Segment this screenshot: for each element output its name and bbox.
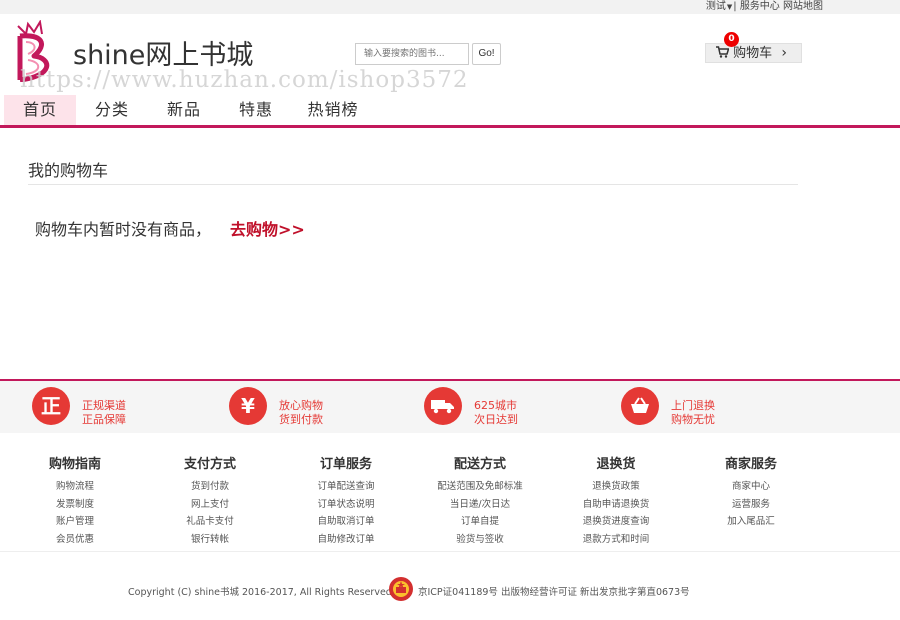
footer-column-returns: 退换货 退换货政策 自助申请退换货 退换货进度查询 退款方式和时间 — [556, 440, 676, 548]
feature-line2: 购物无忧 — [671, 413, 715, 426]
footer-link[interactable]: 货到付款 — [150, 478, 270, 496]
footer-link[interactable]: 礼品卡支付 — [150, 513, 270, 531]
footer-column-title: 配送方式 — [453, 457, 506, 472]
footer-link[interactable]: 运营服务 — [691, 496, 811, 514]
police-badge-icon — [389, 577, 413, 601]
watermark-text: https://www.huzhan.com/ishop3572 — [20, 67, 469, 93]
footer-link[interactable]: 发票制度 — [15, 496, 135, 514]
footer-link[interactable]: 退款方式和时间 — [556, 531, 676, 549]
footer-link[interactable]: 验货与签收 — [420, 531, 540, 549]
footer-column-title: 订单服务 — [319, 457, 372, 472]
service-features: 正 正规渠道 正品保障 ¥ 放心购物 货到付款 625城市 次日达到 上门退换 … — [0, 379, 900, 433]
footer-link[interactable]: 自助修改订单 — [286, 531, 406, 549]
footer-link[interactable]: 加入尾品汇 — [691, 513, 811, 531]
search-button[interactable]: Go! — [472, 43, 501, 65]
footer-link[interactable]: 退换货进度查询 — [556, 513, 676, 531]
footer-link[interactable]: 订单配送查询 — [286, 478, 406, 496]
empty-cart-message: 购物车内暂时没有商品， — [35, 220, 212, 239]
footer-link[interactable]: 会员优惠 — [15, 531, 135, 549]
cart-icon — [716, 46, 730, 58]
go-shopping-link[interactable]: 去购物>> — [230, 216, 305, 240]
sitemap-link[interactable]: 网站地图 — [783, 1, 823, 12]
nav-item-home[interactable]: 首页 — [4, 95, 76, 125]
main-nav: 首页 分类 新品 特惠 热销榜 — [0, 95, 900, 128]
footer-column-payment: 支付方式 货到付款 网上支付 礼品卡支付 银行转帐 — [150, 440, 270, 548]
service-center-link[interactable]: 服务中心 — [740, 1, 780, 12]
top-links: 测试▼| 服务中心 网站地图 — [705, 1, 823, 12]
nav-item-deals[interactable]: 特惠 — [224, 95, 288, 125]
footer-link[interactable]: 账户管理 — [15, 513, 135, 531]
cart-button[interactable]: 0 购物车 › — [705, 32, 802, 63]
user-menu-link[interactable]: 测试 — [706, 1, 726, 12]
footer-link[interactable]: 商家中心 — [691, 478, 811, 496]
search-input[interactable] — [355, 43, 469, 65]
footer-column-delivery: 配送方式 配送范围及免邮标准 当日递/次日达 订单自提 验货与签收 — [420, 440, 540, 548]
footer-column-orders: 订单服务 订单配送查询 订单状态说明 自助取消订单 自助修改订单 — [286, 440, 406, 548]
basket-icon — [621, 387, 659, 425]
footer-column-title: 购物指南 — [48, 457, 101, 472]
footer-link[interactable]: 购物流程 — [15, 478, 135, 496]
nav-item-new[interactable]: 新品 — [152, 95, 216, 125]
footer-link[interactable]: 网上支付 — [150, 496, 270, 514]
top-bar: 测试▼| 服务中心 网站地图 — [0, 0, 900, 14]
nav-item-category[interactable]: 分类 — [80, 95, 144, 125]
footer-link[interactable]: 当日递/次日达 — [420, 496, 540, 514]
genuine-icon: 正 — [32, 387, 70, 425]
footer-link[interactable]: 退换货政策 — [556, 478, 676, 496]
icp-license-text: 京ICP证041189号 出版物经营许可证 新出发京批字第直0673号 — [418, 587, 690, 598]
nav-item-bestsellers[interactable]: 热销榜 — [298, 95, 368, 125]
cart-count-badge: 0 — [724, 32, 739, 47]
footer-link[interactable]: 订单自提 — [420, 513, 540, 531]
footer-column-guide: 购物指南 购物流程 发票制度 账户管理 会员优惠 — [15, 440, 135, 548]
footer-column-title: 支付方式 — [183, 457, 236, 472]
footer-link[interactable]: 自助取消订单 — [286, 513, 406, 531]
divider — [28, 184, 798, 185]
footer-column-title: 商家服务 — [724, 457, 777, 472]
yen-icon: ¥ — [229, 387, 267, 425]
truck-icon — [424, 387, 462, 425]
footer-link[interactable]: 银行转帐 — [150, 531, 270, 549]
footer-link[interactable]: 订单状态说明 — [286, 496, 406, 514]
footer-column-merchant: 商家服务 商家中心 运营服务 加入尾品汇 — [691, 440, 811, 531]
footer-link[interactable]: 配送范围及免邮标准 — [420, 478, 540, 496]
chevron-right-icon: › — [781, 45, 787, 61]
footer-link[interactable]: 自助申请退换货 — [556, 496, 676, 514]
footer-column-title: 退换货 — [596, 457, 636, 472]
page-title: 我的购物车 — [28, 161, 109, 180]
feature-line2: 货到付款 — [279, 413, 323, 426]
copyright-text: Copyright (C) shine书城 2016-2017, All Rig… — [128, 587, 392, 598]
footer-links: 购物指南 购物流程 发票制度 账户管理 会员优惠 支付方式 货到付款 网上支付 … — [0, 440, 900, 552]
caret-down-icon[interactable]: ▼ — [727, 3, 732, 11]
feature-line2: 次日达到 — [474, 413, 518, 426]
cart-label: 购物车 — [733, 46, 773, 61]
feature-line2: 正品保障 — [82, 413, 126, 426]
